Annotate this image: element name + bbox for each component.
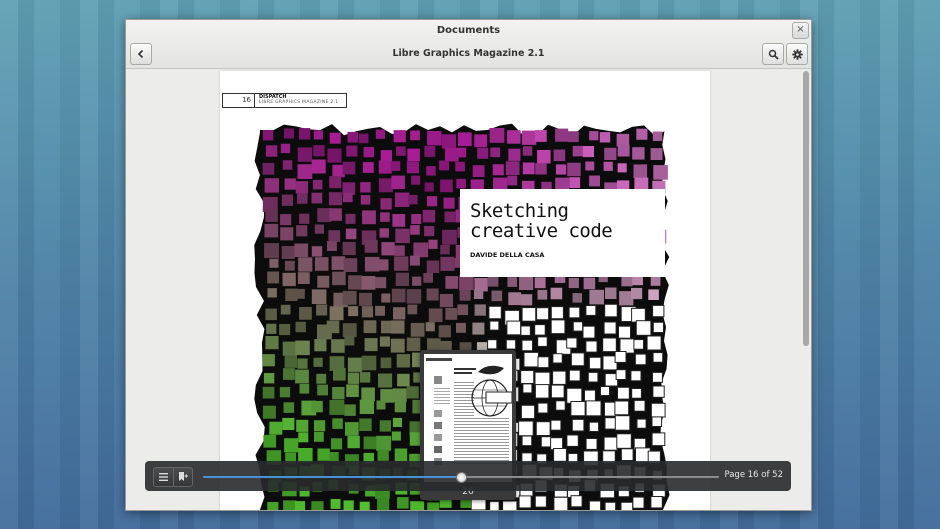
page-slider[interactable] [203, 472, 719, 483]
bookmark-add-icon [178, 472, 188, 481]
document-view[interactable]: 16 DISPATCH LIBRE GRAPHICS MAGAZINE 2.1 … [126, 69, 811, 510]
page-slider-fill [203, 476, 461, 478]
page-indicator: Page 16 of 52 [724, 470, 783, 480]
vertical-scrollbar[interactable] [803, 71, 809, 346]
settings-button[interactable] [786, 43, 808, 65]
article-title: Sketching creative code [470, 200, 613, 242]
article-title-card: Sketching creative code DAVIDE DELLA CAS… [460, 189, 665, 277]
page-number: 16 [223, 94, 255, 107]
document-title: Libre Graphics Magazine 2.1 [392, 48, 545, 59]
list-icon [158, 473, 168, 481]
gear-icon [791, 48, 803, 60]
page-navigation-bar: Page 16 of 52 [145, 461, 791, 491]
app-title: Documents [436, 25, 501, 36]
page-list-button[interactable] [154, 468, 173, 486]
add-bookmark-button[interactable] [172, 468, 193, 486]
article-author: DAVIDE DELLA CASA [470, 251, 545, 259]
header-bar: Documents × Libre Graphics Magazine 2.1 [126, 20, 811, 69]
search-icon [768, 49, 779, 60]
nav-button-group [153, 467, 193, 487]
documents-window: Documents × Libre Graphics Magazine 2.1 [125, 19, 812, 511]
close-button[interactable]: × [792, 22, 809, 39]
search-button[interactable] [762, 43, 784, 65]
magazine-label: LIBRE GRAPHICS MAGAZINE 2.1 [259, 100, 339, 105]
page-slider-handle[interactable] [456, 472, 467, 483]
page-header: 16 DISPATCH LIBRE GRAPHICS MAGAZINE 2.1 [222, 93, 347, 108]
